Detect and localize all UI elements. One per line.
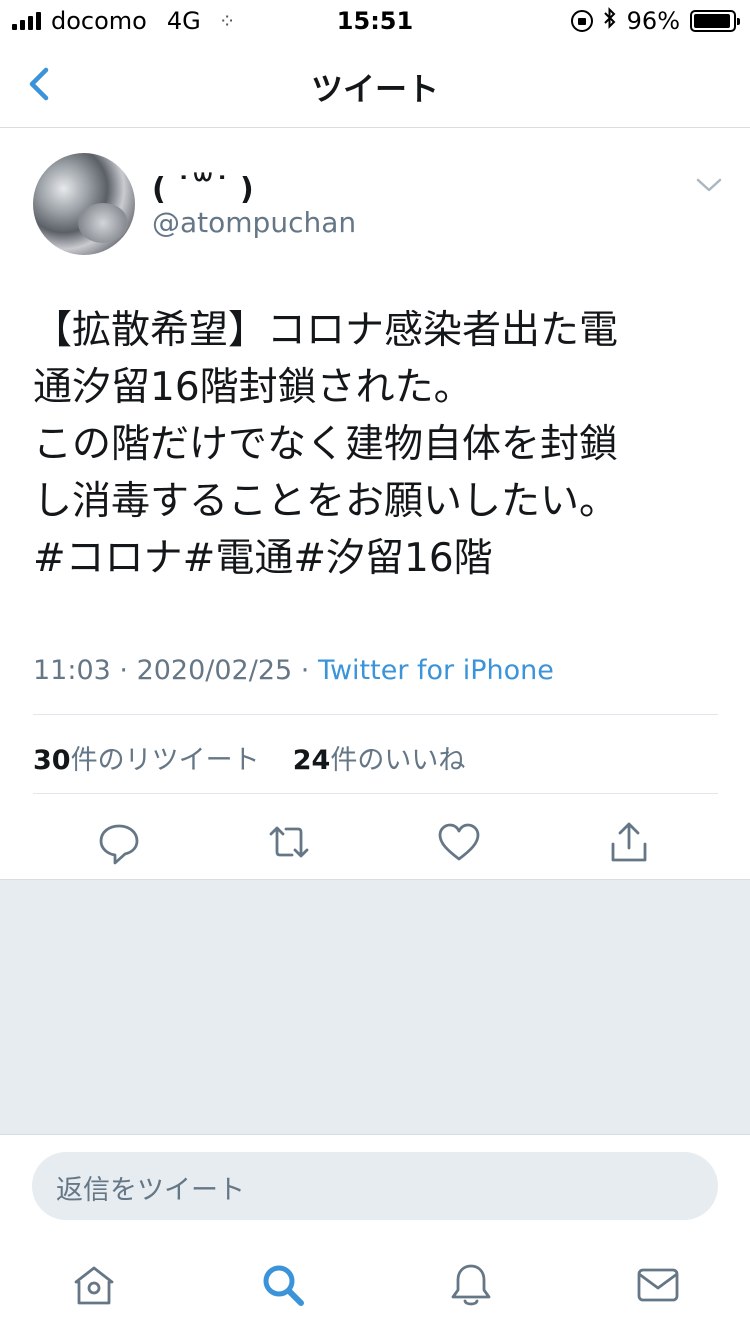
messages-icon (637, 1268, 679, 1302)
tab-search[interactable] (258, 1260, 308, 1310)
likes-stat[interactable]: 24件のいいね (293, 745, 466, 776)
share-button[interactable] (605, 818, 653, 866)
nav-bar: ツイート (0, 40, 750, 128)
tweet-line: し消毒することをお願いしたい。 (33, 479, 619, 524)
reply-placeholder: 返信をツイート (56, 1175, 245, 1206)
tab-messages[interactable] (633, 1260, 683, 1310)
status-bar: docomo 4G ⁘ 15:51 96% (0, 0, 750, 40)
tweet-menu-button[interactable] (694, 172, 724, 198)
user-handle[interactable]: @atompuchan (152, 206, 356, 239)
share-icon (611, 822, 647, 862)
avatar[interactable] (33, 153, 135, 255)
notifications-icon (451, 1264, 491, 1306)
status-right: 96% (570, 7, 740, 35)
tab-bar (0, 1240, 750, 1334)
retweets-stat[interactable]: 30件のリツイート (33, 745, 260, 776)
hashtags-line[interactable]: #コロナ#電通#汐留16階 (33, 530, 723, 587)
chevron-down-icon (696, 178, 722, 192)
search-icon (263, 1265, 304, 1306)
tab-home[interactable] (69, 1260, 119, 1310)
battery-icon (690, 10, 740, 32)
tweet-time: 11:03 (33, 655, 111, 686)
tweet-line: この階だけでなく建物自体を封鎖 (33, 422, 619, 467)
retweet-button[interactable] (265, 818, 313, 866)
retweet-icon (269, 826, 309, 858)
like-button[interactable] (435, 818, 483, 866)
battery-percent: 96% (626, 7, 680, 35)
replies-area (0, 879, 750, 1135)
reply-icon (99, 824, 139, 865)
like-icon (438, 823, 480, 861)
tweet-line: 【拡散希望】コロナ感染者出た電 (33, 308, 619, 353)
tweet-source-link[interactable]: Twitter for iPhone (318, 655, 554, 686)
tab-notifications[interactable] (446, 1260, 496, 1310)
reply-input[interactable]: 返信をツイート (32, 1152, 718, 1220)
home-icon (74, 1266, 114, 1305)
tweet-stats: 30件のリツイート 24件のいいね (33, 738, 465, 777)
bluetooth-icon (603, 7, 617, 35)
meta-separator: · (110, 655, 137, 686)
retweet-label: 件のリツイート (70, 745, 260, 776)
page-title: ツイート (310, 70, 439, 108)
like-label: 件のいいね (330, 745, 466, 776)
battery-level (694, 14, 731, 28)
like-count: 24 (292, 745, 331, 776)
divider (33, 714, 718, 715)
rotation-lock-icon (570, 10, 593, 32)
divider (33, 793, 718, 794)
reply-button[interactable] (95, 818, 143, 866)
retweet-count: 30 (33, 745, 71, 776)
tweet-date: 2020/02/25 (136, 655, 293, 686)
meta-separator: · (292, 655, 318, 686)
display-name[interactable]: ( ˙꒳˙ ) (152, 168, 254, 207)
tweet-actions (0, 808, 750, 878)
tweet-line: 通汐留16階封鎖された。 (33, 365, 473, 410)
tweet-meta: 11:03 · 2020/02/25 · Twitter for iPhone (33, 655, 554, 686)
tweet-text: 【拡散希望】コロナ感染者出た電 通汐留16階封鎖された。 この階だけでなく建物自… (33, 302, 723, 587)
